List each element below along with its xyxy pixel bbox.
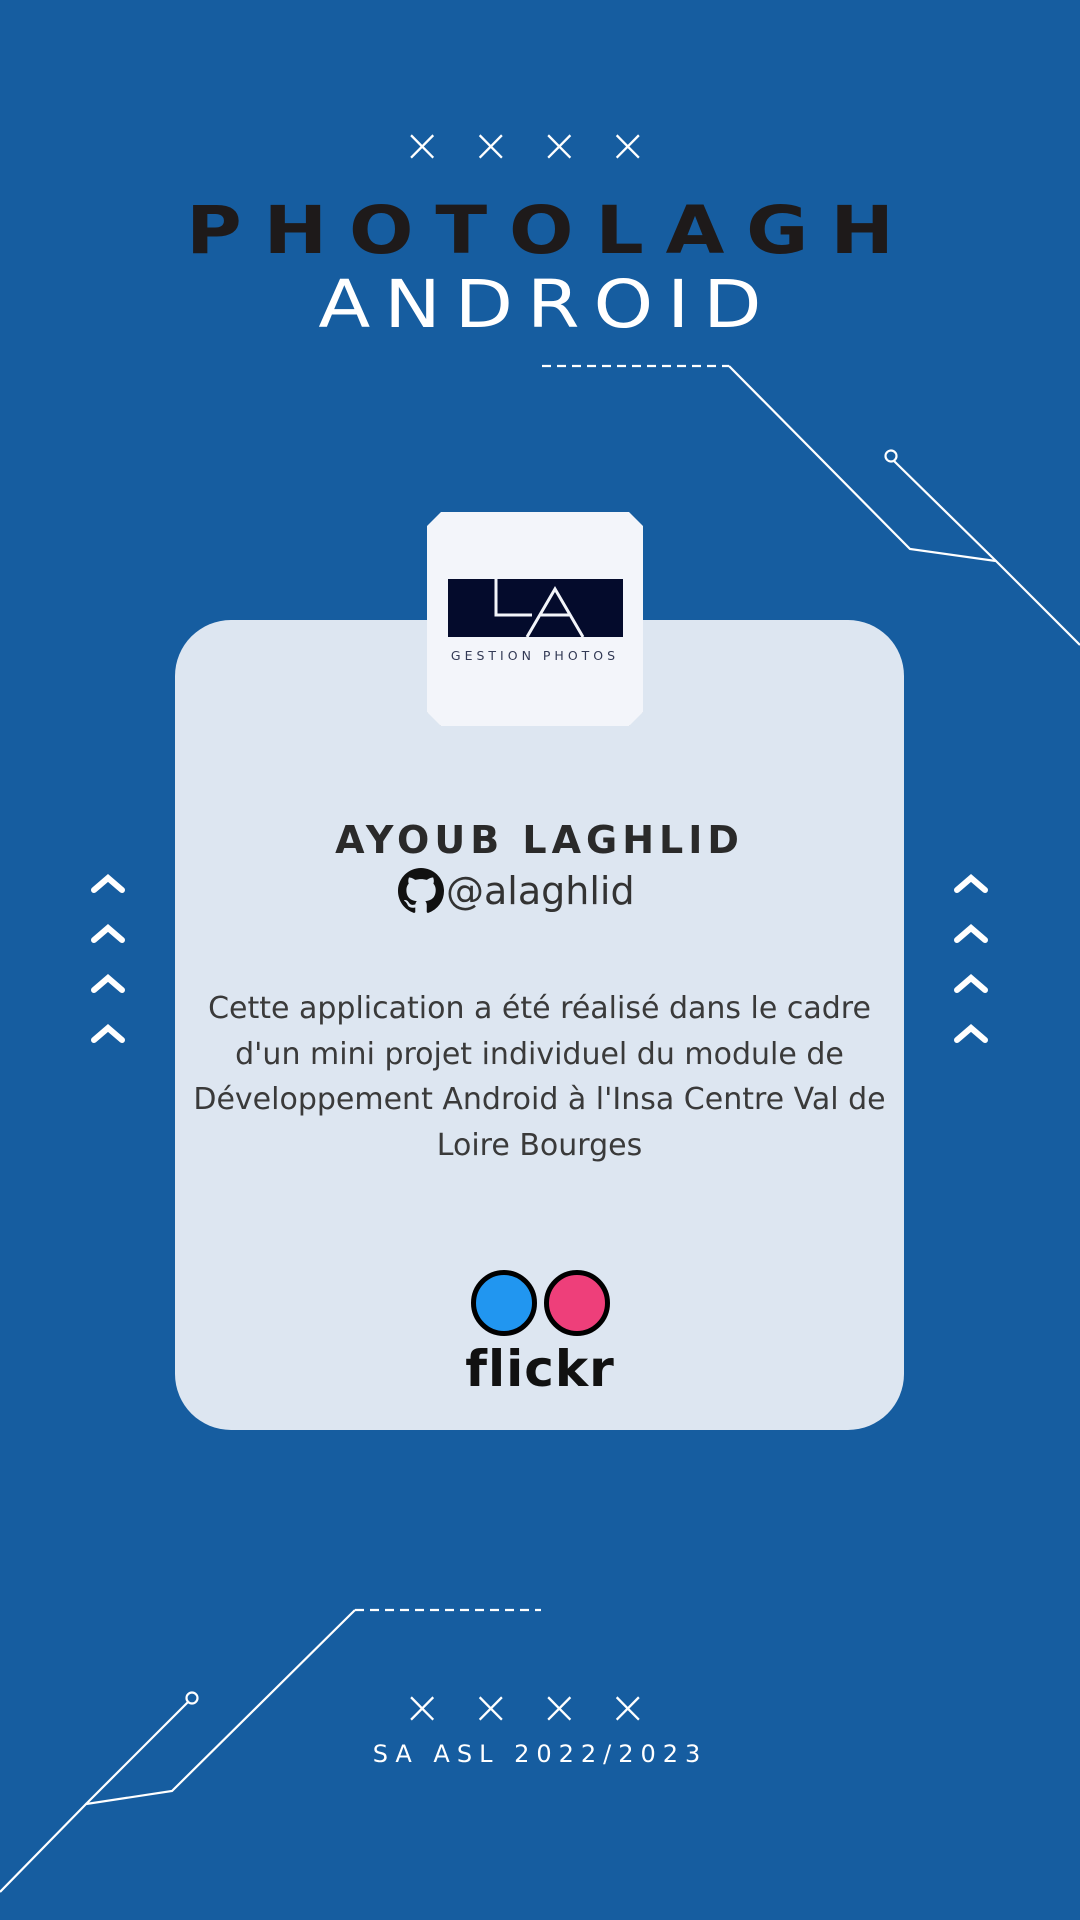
logo-subtitle: GESTION PHOTOS bbox=[450, 648, 620, 663]
app-logo: GESTION PHOTOS bbox=[427, 512, 643, 726]
app-title: PHOTOLAGH bbox=[186, 192, 916, 269]
project-description: Cette application a été réalisé dans le … bbox=[193, 991, 886, 1163]
chevron-up-icon bbox=[954, 1024, 988, 1043]
top-circuit-node bbox=[884, 449, 898, 463]
chevron-up-icon bbox=[954, 924, 988, 943]
github-handle[interactable]: @alaghlid bbox=[446, 869, 635, 913]
chevron-up-icon bbox=[91, 924, 125, 943]
flickr-pink-dot bbox=[544, 1270, 610, 1336]
left-chevrons-decoration bbox=[91, 874, 125, 1043]
chevron-up-icon bbox=[91, 974, 125, 993]
top-x-marks: ×××× bbox=[402, 118, 678, 172]
footer-text: SA ASL 2022/2023 bbox=[372, 1740, 708, 1768]
app-subtitle: ANDROID bbox=[318, 266, 776, 343]
github-icon bbox=[398, 868, 444, 913]
chevron-up-icon bbox=[954, 874, 988, 893]
right-chevrons-decoration bbox=[954, 874, 988, 1043]
chevron-up-icon bbox=[91, 874, 125, 893]
la-logo-letters bbox=[494, 579, 585, 638]
chevron-up-icon bbox=[91, 1024, 125, 1043]
logo-mark bbox=[448, 579, 623, 638]
github-link[interactable]: @alaghlid bbox=[398, 868, 635, 914]
author-name: AYOUB LAGHLID bbox=[335, 818, 744, 862]
top-circuit-branch bbox=[893, 460, 997, 562]
flickr-logo-text: flickr bbox=[465, 1340, 615, 1398]
flickr-blue-dot bbox=[471, 1270, 537, 1336]
top-circuit-line bbox=[728, 365, 1080, 646]
bottom-x-marks: ×××× bbox=[402, 1680, 678, 1734]
chevron-up-icon bbox=[954, 974, 988, 993]
